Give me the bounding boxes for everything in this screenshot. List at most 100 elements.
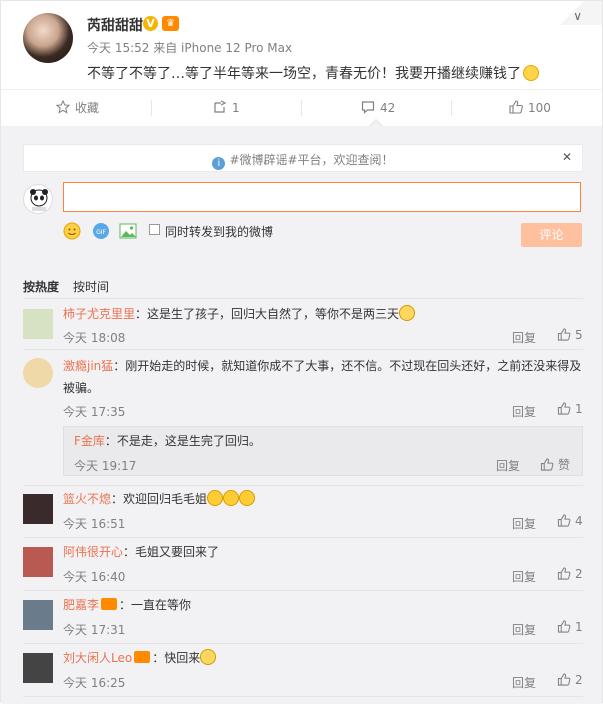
comment-text: 篮火不熄：欢迎回归毛毛姐 [63,488,582,510]
notice-text[interactable]: i #微博辟谣#平台，欢迎查阅！ [24,151,582,170]
smile-emoji-icon [523,65,539,81]
comment-text: 柿子尤克里里：这是生了孩子，回归大自然了，等你不是两三天 [63,303,582,325]
commenter-avatar[interactable] [23,494,53,524]
repost-icon [214,100,227,113]
gif-icon[interactable]: GIF [92,222,110,240]
reply-button[interactable]: 回复 [512,621,536,638]
comment-body: ：欢迎回归毛毛姐 [111,492,208,506]
commenter-name[interactable]: F金库 [74,434,105,448]
panda-avatar-icon [30,189,48,211]
corner-fold [542,1,602,25]
comment-body: ：刚开始走的时候，就知道你成不了大事，还不信。不过现在回头还好，之前还没来得及 [113,359,582,373]
reply-button[interactable]: 回复 [512,403,536,420]
favorite-label: 收藏 [75,101,100,115]
comment-like-button[interactable]: 1 [557,620,583,634]
comment-body: ：毛姐又要回来了 [123,545,220,559]
post-source[interactable]: 来自 iPhone 12 Pro Max [153,41,292,55]
post-meta: 今天 15:52 来自 iPhone 12 Pro Max [87,39,292,56]
comment-like-button[interactable]: 2 [557,567,583,581]
like-icon [540,458,554,471]
commenter-name[interactable]: 柿子尤克里里 [63,307,135,321]
like-icon [557,567,571,580]
commenter-name[interactable]: 肥嘉李 [63,598,99,612]
comment-count: 42 [380,101,396,115]
comment-time: 今天 16:40 [63,570,126,584]
image-icon[interactable] [119,222,137,240]
like-icon [509,100,523,114]
comment-body: ：这是生了孩子，回归大自然了，等你不是两三天 [135,307,400,321]
comment-divider [23,537,583,538]
divider [23,298,583,299]
close-icon[interactable]: ✕ [562,150,572,164]
comment-like-button[interactable]: 2 [557,673,583,687]
commenter-avatar[interactable] [23,600,53,630]
post-action-bar: 收藏 1 42 100 [1,89,602,125]
author-name[interactable]: 芮甜甜甜 [87,15,143,35]
reply-button[interactable]: 回复 [512,515,536,532]
comment-like-button[interactable]: 5 [557,328,583,342]
commenter-name[interactable]: 篮火不熄 [63,492,111,506]
post-text-content: 不等了不等了…等了半年等来一场空，青春无价！我要开播继续赚钱了 [87,66,521,82]
sort-tabs: 按热度 按时间 [23,278,123,295]
like-icon [557,402,571,415]
post-time[interactable]: 今天 15:52 [87,41,149,55]
action-divider [301,100,302,116]
post-text: 不等了不等了…等了半年等来一场空，青春无价！我要开播继续赚钱了 [87,63,539,83]
like-icon [557,514,571,527]
like-button[interactable]: 100 [509,90,551,126]
like-count: 100 [528,101,551,115]
reply-button[interactable]: 回复 [512,329,536,346]
submit-comment-button[interactable]: 评论 [521,223,582,247]
like-count: 1 [575,620,583,634]
comment-divider [23,643,583,644]
verified-icon: V [143,16,158,31]
comment-time: 今天 17:35 [63,405,126,419]
favorite-button[interactable]: 收藏 [56,90,99,126]
comment-time: 今天 16:25 [63,676,126,690]
comment-time: 今天 18:08 [63,331,126,345]
comment-like-button[interactable]: 4 [557,514,583,528]
comment-like-button[interactable]: 1 [557,402,583,416]
commenter-avatar[interactable] [23,547,53,577]
comment-text: 刘大闲人Leo ：快回来 [63,647,582,669]
star-icon [56,100,70,114]
repost-checkbox[interactable] [149,224,160,235]
nested-reply: F金库：不是走，这是生完了回归。 今天 19:17 回复 赞 [63,426,583,476]
comment-like-button[interactable]: 赞 [540,456,570,473]
reply-button[interactable]: 回复 [496,457,520,474]
comment-body: ：一直在等你 [119,598,192,612]
commenter-name[interactable]: 阿伟很开心 [63,545,123,559]
my-avatar [23,184,53,214]
comment-time: 今天 19:17 [74,459,137,473]
repost-checkbox-label[interactable]: 同时转发到我的微博 [165,223,273,240]
commenter-name[interactable]: 刘大闲人Leo [63,651,132,665]
like-label: 赞 [558,458,571,472]
commenter-avatar[interactable] [23,309,53,339]
comment-input[interactable] [63,182,581,212]
tab-by-hot[interactable]: 按热度 [23,280,59,294]
sunglasses-emoji-icon [223,490,240,506]
like-icon [557,620,571,633]
repost-button[interactable]: 1 [213,90,240,126]
commenter-name[interactable]: 激瘾jin猛 [63,359,113,373]
reply-button[interactable]: 回复 [512,568,536,585]
tab-by-time[interactable]: 按时间 [73,280,109,294]
commenter-avatar[interactable] [23,653,53,683]
emoji-icon[interactable] [63,222,81,240]
weibo-post-card: ∨ 芮甜甜甜 V ♛ 今天 15:52 来自 iPhone 12 Pro Max… [0,0,603,704]
chevron-down-icon[interactable]: ∨ [573,9,582,23]
notice-label: #微博辟谣#平台，欢迎查阅！ [229,153,394,167]
comment-body: ：不是走，这是生完了回归。 [104,434,261,448]
like-icon [557,328,571,341]
comment-time: 今天 17:31 [63,623,126,637]
comment-text: 肥嘉李 ：一直在等你 [63,594,582,616]
member-crown-icon [134,651,151,663]
like-count: 2 [575,673,583,687]
action-divider [451,100,452,116]
reply-button[interactable]: 回复 [512,674,536,691]
info-icon: i [212,157,226,170]
member-crown-icon: ♛ [162,16,179,31]
commenter-avatar[interactable] [23,358,53,388]
author-avatar[interactable] [23,13,73,63]
comment-icon [361,101,375,114]
